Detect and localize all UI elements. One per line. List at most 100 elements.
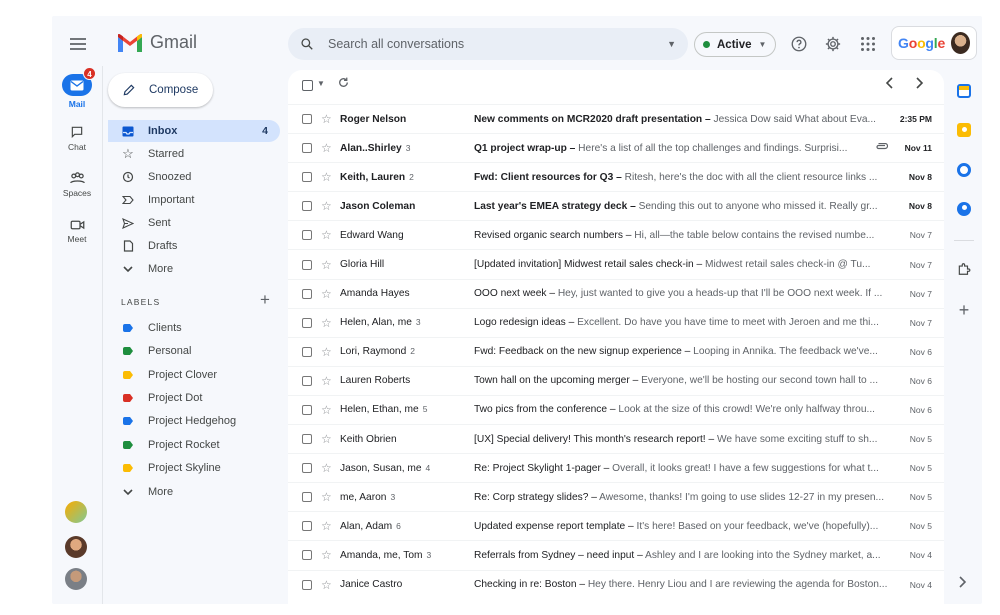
user-avatar[interactable]: [951, 32, 970, 54]
search-bar[interactable]: Search all conversations ▼: [288, 28, 688, 60]
email-row[interactable]: ☆ Alan..Shirley 3 Q1 project wrap-up – Here…: [288, 133, 944, 162]
nav-starred[interactable]: ☆ Starred: [108, 143, 280, 165]
star-icon[interactable]: ☆: [321, 432, 332, 446]
add-ons-icon[interactable]: [957, 262, 971, 276]
email-snippet: Ashley and I are looking into the Sydney…: [645, 549, 881, 561]
row-checkbox[interactable]: [302, 288, 312, 299]
email-row[interactable]: ☆ me, Aaron 3 Re: Corp strategy slides? – A…: [288, 482, 944, 511]
email-row[interactable]: ☆ Lori, Raymond 2 Fwd: Feedback on the new …: [288, 336, 944, 366]
row-checkbox[interactable]: [302, 259, 312, 270]
star-icon[interactable]: ☆: [321, 548, 332, 562]
row-checkbox[interactable]: [302, 114, 312, 125]
add-label-button[interactable]: +: [260, 290, 270, 310]
email-row[interactable]: ☆ Keith Obrien [UX] Special delivery! This…: [288, 424, 944, 453]
star-icon[interactable]: ☆: [321, 519, 332, 533]
row-checkbox[interactable]: [302, 404, 312, 415]
label-item[interactable]: Clients: [108, 317, 280, 339]
email-row[interactable]: ☆ Amanda Hayes OOO next week – Hey, just w…: [288, 278, 944, 308]
rail-meet[interactable]: Meet: [52, 219, 102, 244]
row-checkbox[interactable]: [302, 143, 312, 154]
star-icon[interactable]: ☆: [321, 258, 332, 272]
star-icon[interactable]: ☆: [321, 287, 332, 301]
newer-page-icon[interactable]: [885, 77, 894, 92]
search-options-icon[interactable]: ▼: [667, 39, 676, 49]
row-checkbox[interactable]: [302, 463, 312, 474]
select-dropdown-icon[interactable]: ▼: [317, 79, 325, 88]
row-checkbox[interactable]: [302, 201, 312, 212]
compose-button[interactable]: Compose: [108, 73, 213, 107]
apps-grid-icon[interactable]: [858, 34, 878, 54]
star-icon[interactable]: ☆: [321, 490, 332, 504]
tasks-icon[interactable]: [957, 163, 971, 177]
label-item[interactable]: Project Skyline: [108, 457, 280, 479]
label-item[interactable]: Project Rocket: [108, 434, 280, 456]
star-icon[interactable]: ☆: [321, 141, 332, 155]
nav-drafts[interactable]: Drafts: [108, 235, 280, 257]
email-row[interactable]: ☆ Janice Castro Checking in re: Boston – H…: [288, 569, 944, 599]
account-switcher[interactable]: Google: [891, 26, 977, 60]
row-checkbox[interactable]: [302, 579, 312, 590]
get-add-ons-plus-icon[interactable]: +: [957, 301, 971, 319]
contacts-icon[interactable]: [957, 202, 971, 216]
nav-snoozed[interactable]: Snoozed: [108, 166, 280, 188]
email-row[interactable]: ☆ Helen, Ethan, me 5 Two pics from the conf…: [288, 394, 944, 424]
star-icon[interactable]: ☆: [321, 170, 332, 184]
star-icon[interactable]: ☆: [321, 461, 332, 475]
rail-mail[interactable]: 4 Mail: [52, 67, 102, 109]
email-row[interactable]: ☆ Keith, Lauren 2 Fwd: Client resources for…: [288, 162, 944, 191]
settings-gear-icon[interactable]: [823, 34, 843, 54]
email-row[interactable]: ☆ Helen, Alan, me 3 Logo redesign ideas – E…: [288, 307, 944, 337]
nav-important[interactable]: Important: [108, 189, 280, 211]
rail-chat[interactable]: Chat: [52, 125, 102, 152]
older-page-icon[interactable]: [915, 77, 924, 92]
label-item[interactable]: Project Dot: [108, 387, 280, 409]
email-snippet: Here's a list of all the top challenges …: [578, 142, 848, 154]
help-icon[interactable]: [789, 34, 809, 54]
select-all-checkbox[interactable]: [302, 80, 313, 91]
row-checkbox[interactable]: [302, 317, 312, 328]
keep-icon[interactable]: [957, 123, 971, 137]
label-item[interactable]: Project Hedgehog: [108, 410, 280, 432]
nav-inbox[interactable]: Inbox 4: [108, 120, 280, 142]
row-checkbox[interactable]: [302, 346, 312, 357]
expand-side-panel-icon[interactable]: [957, 575, 971, 589]
star-icon[interactable]: ☆: [321, 316, 332, 330]
row-checkbox[interactable]: [302, 521, 312, 532]
row-checkbox[interactable]: [302, 172, 312, 183]
email-row[interactable]: ☆ Edward Wang Revised organic search numbe…: [288, 220, 944, 249]
rail-spaces[interactable]: Spaces: [52, 172, 102, 198]
email-row[interactable]: ☆ Jason Coleman Last year's EMEA strategy …: [288, 191, 944, 220]
email-row[interactable]: ☆ Amanda, me, Tom 3 Referrals from Sydney –…: [288, 540, 944, 569]
star-icon[interactable]: ☆: [321, 228, 332, 242]
row-checkbox[interactable]: [302, 550, 312, 561]
star-icon[interactable]: ☆: [321, 199, 332, 213]
star-icon[interactable]: ☆: [321, 112, 332, 126]
nav-sent[interactable]: Sent: [108, 212, 280, 234]
row-checkbox[interactable]: [302, 375, 312, 386]
email-row[interactable]: ☆ Gloria Hill [Updated invitation] Midwest…: [288, 249, 944, 278]
gmail-logo[interactable]: Gmail: [118, 32, 197, 53]
nav-more[interactable]: More: [108, 258, 280, 280]
label-item[interactable]: Project Clover: [108, 364, 280, 386]
email-row[interactable]: ☆ Lauren Roberts Town hall on the upcoming…: [288, 365, 944, 395]
row-checkbox[interactable]: [302, 434, 312, 445]
star-icon[interactable]: ☆: [321, 578, 332, 592]
email-row[interactable]: ☆ Alan, Adam 6 Updated expense report templ…: [288, 511, 944, 540]
status-selector[interactable]: Active ▼: [694, 32, 776, 57]
email-row[interactable]: ☆ Jason, Susan, me 4 Re: Project Skylight 1…: [288, 453, 944, 482]
search-input[interactable]: Search all conversations: [328, 37, 653, 51]
label-item[interactable]: Personal: [108, 340, 280, 362]
group-avatar[interactable]: [65, 501, 87, 523]
labels-more[interactable]: More: [108, 481, 280, 503]
contact-avatar-1[interactable]: [65, 536, 87, 558]
row-checkbox[interactable]: [302, 492, 312, 503]
star-icon[interactable]: ☆: [321, 374, 332, 388]
star-icon[interactable]: ☆: [321, 345, 332, 359]
email-row[interactable]: ☆ Roger Nelson New comments on MCR2020 dra…: [288, 104, 944, 133]
refresh-icon[interactable]: [337, 76, 350, 92]
main-menu-button[interactable]: [66, 32, 90, 56]
star-icon[interactable]: ☆: [321, 403, 332, 417]
contact-avatar-2[interactable]: [65, 568, 87, 590]
calendar-icon[interactable]: [957, 84, 971, 98]
row-checkbox[interactable]: [302, 230, 312, 241]
